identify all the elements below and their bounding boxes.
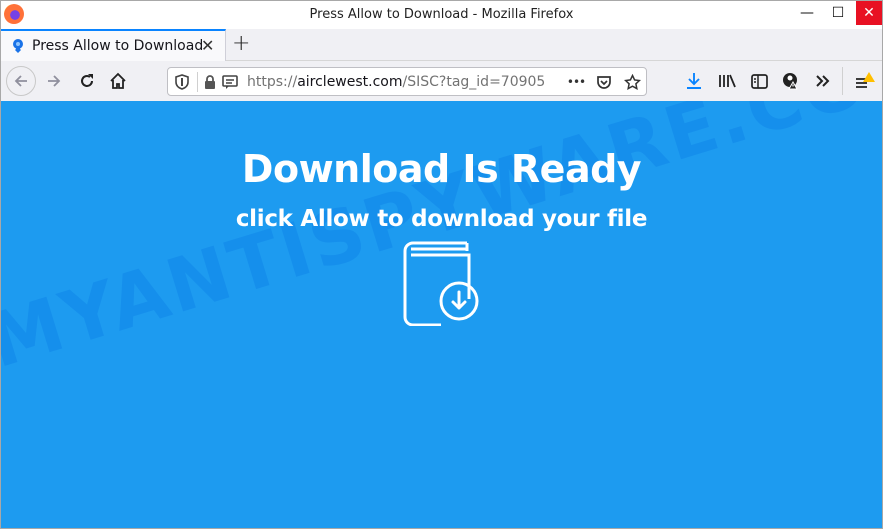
app-menu-button[interactable] <box>853 69 877 93</box>
account-warning-button[interactable] <box>779 69 803 93</box>
downloads-button[interactable] <box>682 69 706 93</box>
chevron-double-right-icon <box>816 75 830 87</box>
minimize-button[interactable]: — <box>793 1 821 25</box>
padlock-icon[interactable] <box>201 73 219 91</box>
overflow-menu-button[interactable] <box>811 69 835 93</box>
pocket-icon[interactable] <box>595 73 613 91</box>
sidebar-icon <box>750 73 768 89</box>
home-icon <box>110 72 126 89</box>
bookmark-star-icon[interactable] <box>623 73 641 91</box>
tab-press-allow[interactable]: Press Allow to Download ✕ <box>1 29 226 61</box>
url-scheme: https:// <box>247 74 298 90</box>
browser-window: Press Allow to Download - Mozilla Firefo… <box>0 0 883 529</box>
close-window-button[interactable]: ✕ <box>856 1 882 25</box>
url-host: airclewest.com <box>297 74 403 90</box>
tab-strip: Press Allow to Download ✕ + <box>1 29 882 61</box>
hamburger-warning-icon <box>856 72 875 88</box>
navigation-toolbar: https://airclewest.com/SISC?tag_id=70905… <box>1 61 882 101</box>
window-title: Press Allow to Download - Mozilla Firefo… <box>309 7 574 22</box>
tracking-protection-shield-icon[interactable] <box>173 73 191 91</box>
toolbar-separator <box>842 67 843 95</box>
reload-button[interactable] <box>73 67 101 95</box>
back-button[interactable] <box>6 66 36 96</box>
book-download-icon <box>403 241 479 326</box>
new-tab-button[interactable]: + <box>232 31 250 56</box>
url-path: /SISC?tag_id=70905 <box>402 74 546 90</box>
page-content: MYANTISPYWARE.COM Download Is Ready clic… <box>1 101 882 528</box>
library-icon <box>719 74 736 88</box>
sidebar-button[interactable] <box>747 69 771 93</box>
title-bar: Press Allow to Download - Mozilla Firefo… <box>1 1 882 29</box>
arrow-left-icon <box>14 75 27 87</box>
notification-permission-icon[interactable] <box>221 73 239 91</box>
home-button[interactable] <box>104 67 132 95</box>
lightbulb-download-icon <box>13 39 23 53</box>
url-bar[interactable]: https://airclewest.com/SISC?tag_id=70905… <box>167 67 647 96</box>
library-button[interactable] <box>715 69 739 93</box>
reload-icon <box>81 74 93 87</box>
page-subline: click Allow to download your file <box>235 206 648 232</box>
page-actions-button[interactable]: ••• <box>565 73 587 91</box>
url-text[interactable]: https://airclewest.com/SISC?tag_id=70905 <box>247 74 545 90</box>
maximize-button[interactable]: ☐ <box>824 1 852 25</box>
tab-close-button[interactable]: ✕ <box>201 36 214 55</box>
account-warning-icon <box>783 73 798 90</box>
tab-label: Press Allow to Download <box>32 38 204 54</box>
url-separator <box>197 72 198 92</box>
download-arrow-icon <box>687 73 701 89</box>
arrow-right-icon <box>48 75 61 87</box>
forward-button[interactable] <box>40 67 68 95</box>
page-headline: Download Is Ready <box>241 147 642 191</box>
